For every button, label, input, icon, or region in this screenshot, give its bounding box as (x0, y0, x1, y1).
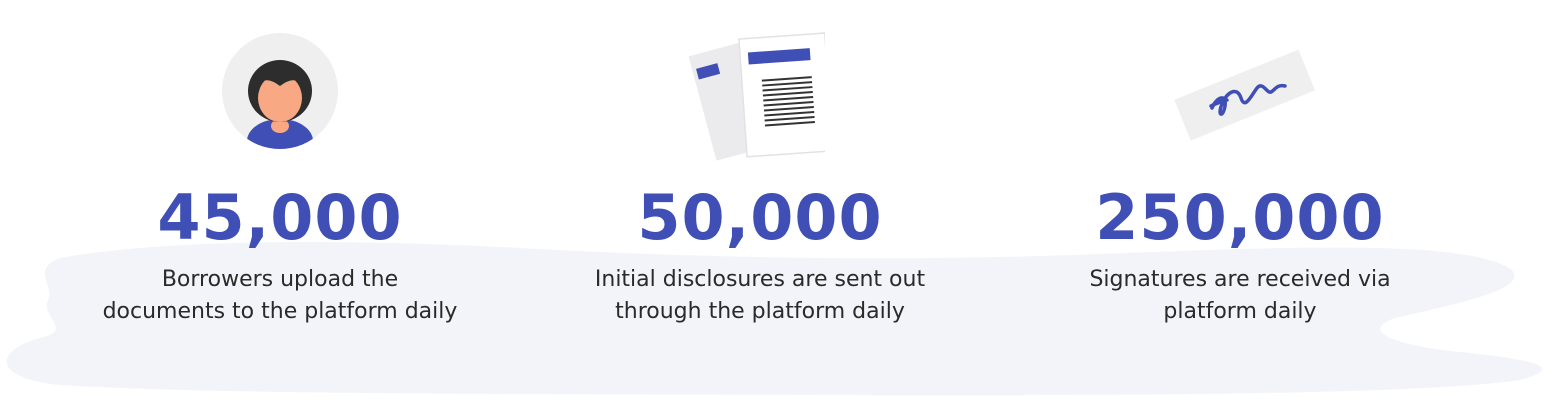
icon-container (1030, 26, 1450, 166)
signature-icon (1173, 49, 1315, 141)
stat-description-line: Borrowers upload the (161, 267, 399, 292)
stat-signatures: 250,000 Signatures are received via plat… (1030, 0, 1450, 416)
stat-description-line: Signatures are received via (1089, 267, 1391, 292)
stat-description-line: Initial disclosures are sent out (594, 267, 926, 292)
stat-disclosures: 50,000 Initial disclosures are sent out … (550, 0, 970, 416)
icon-container (550, 26, 970, 166)
stat-description: Borrowers upload the documents to the pl… (70, 264, 490, 328)
person-avatar-icon (222, 33, 338, 149)
stat-description: Initial disclosures are sent out through… (550, 264, 970, 328)
stat-description-line: through the platform daily (615, 299, 905, 324)
stat-description-line: documents to the platform daily (102, 299, 458, 324)
stat-borrowers: 45,000 Borrowers upload the documents to… (70, 0, 490, 416)
stat-value: 250,000 (1095, 181, 1385, 254)
stat-value: 45,000 (157, 181, 403, 254)
icon-container (70, 26, 490, 166)
documents-icon (688, 32, 825, 161)
stat-value: 50,000 (637, 181, 883, 254)
stat-description: Signatures are received via platform dai… (1030, 264, 1450, 328)
stat-description-line: platform daily (1163, 299, 1317, 324)
